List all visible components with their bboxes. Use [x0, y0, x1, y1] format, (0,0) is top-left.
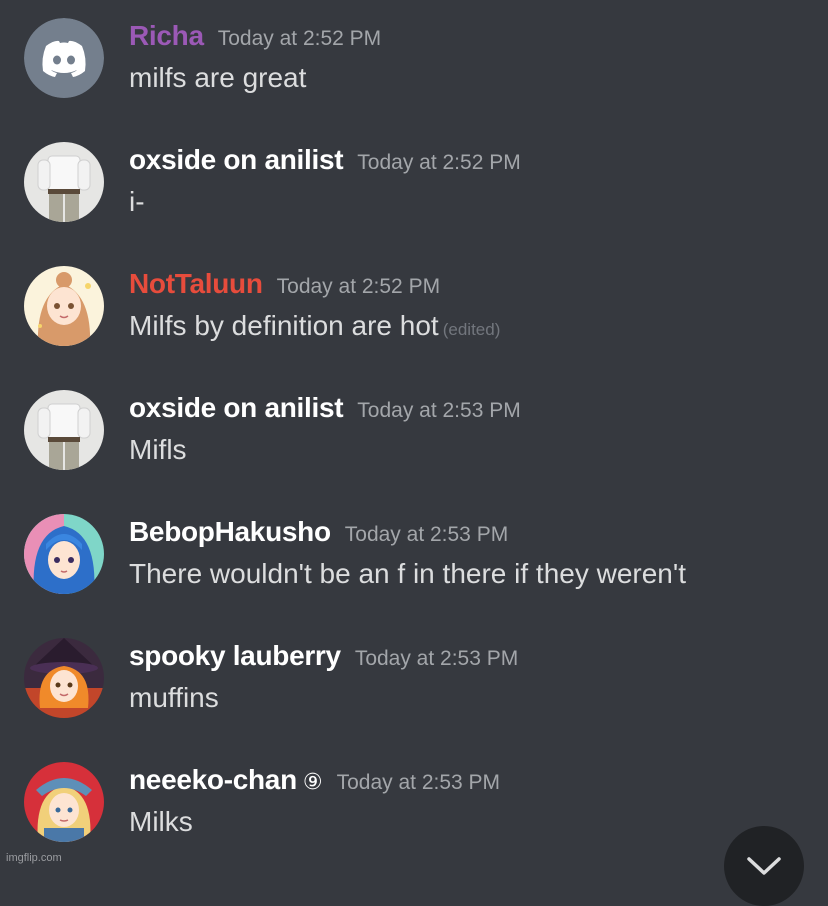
message-item: spooky lauberry Today at 2:53 PM muffins [0, 620, 828, 744]
username[interactable]: Richa [129, 20, 204, 51]
jump-to-bottom-button[interactable] [724, 826, 804, 906]
message-text: i- [129, 186, 145, 217]
message-item: oxside on anilist Today at 2:52 PM i- [0, 124, 828, 248]
avatar[interactable] [24, 762, 104, 842]
username[interactable]: oxside on anilist [129, 392, 344, 423]
avatar[interactable] [24, 266, 104, 346]
message-text-content: Milfs by definition are hot [129, 310, 439, 341]
username[interactable]: BebopHakusho [129, 516, 331, 547]
message-item: NotTaluun Today at 2:52 PM Milfs by defin… [0, 248, 828, 372]
timestamp: Today at 2:53 PM [357, 399, 521, 422]
timestamp: Today at 2:52 PM [357, 151, 521, 174]
message-item: oxside on anilist Today at 2:53 PM Mifls [0, 372, 828, 496]
nine-badge-icon: ⑨ [302, 769, 323, 794]
message-text: Milks [129, 806, 193, 837]
avatar[interactable] [24, 390, 104, 470]
message-item: BebopHakusho Today at 2:53 PM There would… [0, 496, 828, 620]
username[interactable]: neeeko-chan [129, 764, 297, 795]
chevron-down-icon [747, 857, 781, 875]
anime-girl-blue-icon [24, 514, 104, 594]
avatar[interactable] [24, 514, 104, 594]
anime-witch-icon [24, 638, 104, 718]
avatar[interactable] [24, 142, 104, 222]
username[interactable]: spooky lauberry [129, 640, 341, 671]
username[interactable]: NotTaluun [129, 268, 263, 299]
timestamp: Today at 2:52 PM [217, 27, 382, 50]
discord-logo-icon [24, 18, 104, 98]
message-text: Mifls [129, 434, 187, 465]
timestamp: Today at 2:52 PM [276, 275, 441, 298]
anime-girl-pink-icon [24, 266, 104, 346]
timestamp: Today at 2:53 PM [354, 647, 519, 670]
avatar[interactable] [24, 18, 104, 98]
message-text: There wouldn't be an f in there if they … [129, 558, 687, 589]
avatar[interactable] [24, 638, 104, 718]
anime-girl-hat-icon [24, 762, 104, 842]
username[interactable]: oxside on anilist [129, 144, 344, 175]
message-text: milfs are great [129, 62, 307, 93]
timestamp: Today at 2:53 PM [336, 771, 501, 794]
shirt-photo-icon [24, 390, 104, 470]
timestamp: Today at 2:53 PM [344, 523, 509, 546]
shirt-photo-icon [24, 142, 104, 222]
message-text: muffins [129, 682, 219, 713]
message-text: Milfs by definition are hot (edited) [129, 310, 500, 342]
watermark: imgflip.com [6, 852, 62, 864]
edited-label: (edited) [442, 320, 501, 339]
message-item: neeeko-chan ⑨ Today at 2:53 PM Milks [0, 744, 828, 868]
message-item: Richa Today at 2:52 PM milfs are great [0, 0, 828, 124]
